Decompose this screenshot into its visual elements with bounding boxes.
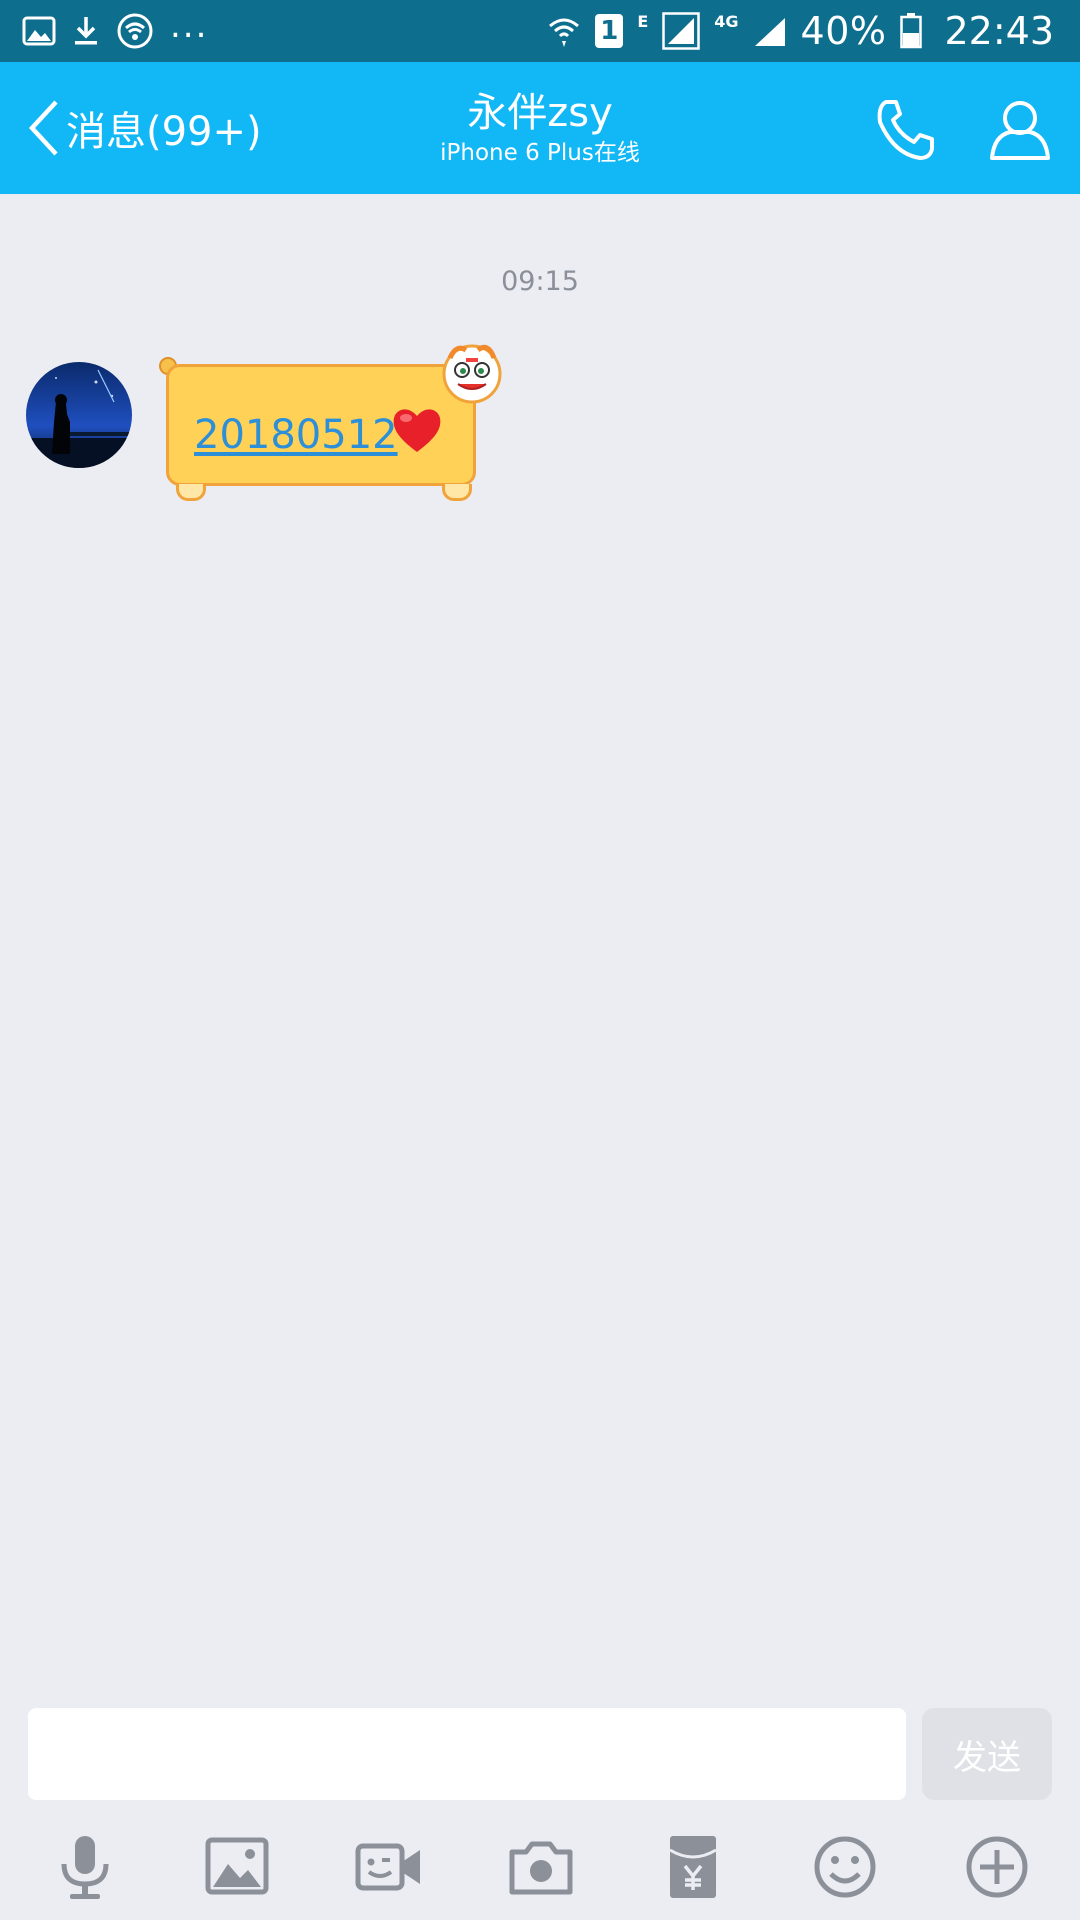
message-text[interactable]: 20180512 (194, 412, 398, 458)
microphone-icon (61, 1836, 109, 1899)
plus-icon (966, 1836, 1028, 1898)
video-call-icon (355, 1843, 420, 1891)
gallery-notification-icon (22, 16, 56, 46)
bubble-paw-left (176, 484, 206, 501)
lion-dance-decoration-icon (442, 344, 502, 404)
red-packet-icon (669, 1836, 717, 1898)
clock: 22:43 (944, 9, 1054, 53)
contact-profile-icon[interactable] (986, 96, 1054, 164)
red-packet-button[interactable] (658, 1832, 728, 1902)
battery-percent: 40% (800, 9, 887, 53)
wifi-icon (549, 18, 580, 47)
message-input[interactable] (28, 1708, 906, 1800)
signal-icon-sim1 (662, 12, 700, 50)
heart-emoji-icon (393, 409, 441, 452)
video-call-button[interactable] (354, 1832, 424, 1902)
network-type-e: E (637, 12, 649, 31)
message-timestamp: 09:15 (501, 266, 579, 297)
avatar-image (26, 362, 132, 468)
send-button[interactable]: 发送 (922, 1708, 1052, 1800)
avatar[interactable] (26, 362, 132, 468)
image-icon (205, 1837, 269, 1895)
battery-icon (900, 13, 923, 49)
camera-icon (509, 1841, 573, 1895)
more-notifications: ... (170, 6, 209, 46)
composer-toolbar (0, 1832, 1080, 1912)
message-bubble[interactable]: 20180512 (158, 338, 510, 508)
sim-slot-badge: 1 (595, 14, 624, 48)
emoji-button[interactable] (810, 1832, 880, 1902)
microphone-button[interactable] (50, 1832, 120, 1902)
signal-icon-sim2 (754, 18, 785, 46)
emoji-icon (814, 1836, 876, 1898)
status-bar: ... 1 E 4G 40% 22:43 (0, 0, 1080, 62)
more-options-button[interactable] (962, 1832, 1032, 1902)
hotspot-notification-icon (117, 13, 153, 49)
chat-title-bar: 消息(99+) 永伴zsy iPhone 6 Plus在线 (0, 62, 1080, 194)
camera-button[interactable] (506, 1832, 576, 1902)
download-notification-icon (75, 17, 97, 45)
bubble-paw-right (442, 484, 472, 501)
network-type-4g: 4G (714, 12, 739, 31)
phone-call-icon[interactable] (872, 96, 940, 164)
image-button[interactable] (202, 1832, 272, 1902)
